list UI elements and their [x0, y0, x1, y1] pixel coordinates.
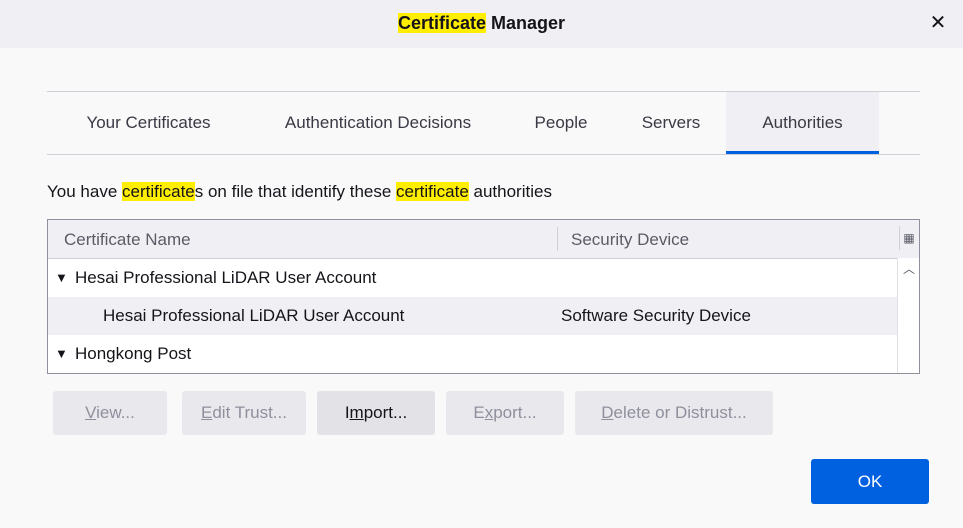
delete-or-distrust-button[interactable]: Delete or Distrust...	[575, 391, 773, 435]
chevron-down-icon[interactable]: ▼	[55, 335, 68, 373]
btn-text: port...	[493, 403, 537, 422]
btn-accesskey: E	[201, 403, 213, 422]
btn-accesskey: D	[601, 403, 614, 422]
scroll-up-icon[interactable]: ︿	[903, 260, 915, 277]
btn-text: dit Trust...	[212, 403, 287, 422]
tree-row-label: Hongkong Post	[75, 344, 192, 363]
chevron-down-icon[interactable]: ▼	[55, 259, 68, 297]
export-button[interactable]: Export...	[446, 391, 564, 435]
title-rest: Manager	[486, 13, 566, 33]
desc-highlight-2: certificate	[396, 182, 469, 201]
scrollbar[interactable]: ︿	[897, 258, 919, 373]
tree-row-group[interactable]: ▼ Hesai Professional LiDAR User Account	[48, 259, 897, 297]
ok-button[interactable]: OK	[811, 459, 929, 504]
tree-row-child[interactable]: Hesai Professional LiDAR User Account So…	[48, 297, 897, 335]
btn-text: E	[473, 403, 485, 422]
title-bar: Certificate Manager ✕	[0, 0, 963, 48]
desc-part2: s on file that identify these	[194, 182, 397, 201]
btn-text: iew...	[96, 403, 135, 422]
btn-text: port...	[363, 403, 408, 422]
tab-servers[interactable]: Servers	[616, 92, 726, 154]
column-header-certificate-name[interactable]: Certificate Name	[64, 230, 191, 250]
tree-row-group[interactable]: ▼ Hongkong Post	[48, 335, 897, 373]
tree-row-label: Hesai Professional LiDAR User Account	[103, 306, 405, 325]
certificate-tree[interactable]: Certificate Name Security Device ▦ ▼ Hes…	[47, 219, 920, 374]
column-separator[interactable]	[557, 227, 558, 251]
tab-authorities[interactable]: Authorities	[726, 92, 879, 154]
desc-part1: You have	[47, 182, 122, 201]
view-button[interactable]: View...	[53, 391, 167, 435]
column-header-security-device[interactable]: Security Device	[571, 230, 689, 250]
tree-row-device: Software Security Device	[561, 306, 751, 325]
desc-part3: authorities	[468, 182, 552, 201]
tab-people[interactable]: People	[506, 92, 616, 154]
tab-authentication-decisions[interactable]: Authentication Decisions	[250, 92, 506, 154]
tab-your-certificates[interactable]: Your Certificates	[47, 92, 250, 154]
btn-accesskey: V	[85, 403, 97, 422]
btn-text: elete or Distrust...	[613, 403, 747, 422]
edit-trust-button[interactable]: Edit Trust...	[182, 391, 306, 435]
desc-highlight-1: certificate	[122, 182, 195, 201]
tree-row-label: Hesai Professional LiDAR User Account	[75, 268, 377, 287]
tree-header: Certificate Name Security Device ▦	[48, 220, 919, 259]
column-picker-icon[interactable]: ▦	[899, 226, 918, 250]
import-button[interactable]: Import...	[317, 391, 435, 435]
description-text: You have certificates on file that ident…	[47, 182, 552, 202]
close-icon[interactable]: ✕	[924, 8, 952, 38]
btn-accesskey: x	[484, 403, 494, 422]
window-title: Certificate Manager	[0, 13, 963, 34]
title-highlight: Certificate	[397, 13, 486, 33]
btn-accesskey: m	[349, 403, 364, 422]
tab-bar: Your Certificates Authentication Decisio…	[47, 91, 920, 155]
